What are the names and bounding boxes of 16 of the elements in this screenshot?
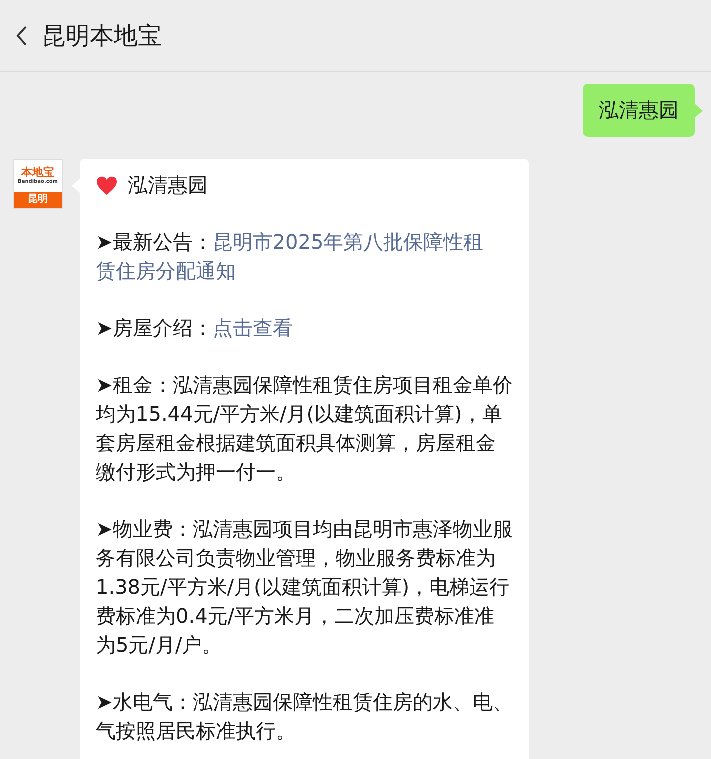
- back-icon[interactable]: [16, 24, 28, 46]
- message-title: 泓清惠园: [128, 172, 208, 199]
- bubble-tail: [695, 104, 703, 118]
- chat-title: 昆明本地宝: [42, 20, 162, 52]
- link[interactable]: 昆明市2025年第八批保障性租: [212, 230, 484, 254]
- link[interactable]: 点击查看: [212, 316, 293, 340]
- logo-city: 昆明: [14, 192, 62, 208]
- logo-text: 本地宝: [22, 167, 54, 179]
- info-paragraph: ➤水电气：泓清惠园保障性租赁住房的水、电、气按照居民标准执行。: [96, 689, 513, 745]
- sent-message: 泓清惠园: [583, 84, 695, 137]
- heart-icon: [96, 176, 118, 196]
- info-paragraph: ➤物业费：泓清惠园项目均由昆明市惠泽物业服务有限公司负责物业管理，物业服务费标准为1.38元/平方米/月(以建筑面积计算)，电梯运行费标准为0.4元/平方米月，二次加压费标准准为5元/月/户。: [96, 516, 513, 659]
- link[interactable]: 赁住房分配通知: [96, 259, 236, 283]
- info-paragraph: ➤租金：泓清惠园保障性租赁住房项目租金单价均为15.44元/平方米/月(以建筑面积计算)，单套房屋租金根据建筑面积具体测算，房屋租金缴付形式为押一付一。: [96, 372, 513, 486]
- info-paragraph: ➤房屋介绍：点击查看: [96, 315, 294, 342]
- info-paragraph: ➤最新公告：昆明市2025年第八批保障性租 赁住房分配通知: [96, 229, 485, 285]
